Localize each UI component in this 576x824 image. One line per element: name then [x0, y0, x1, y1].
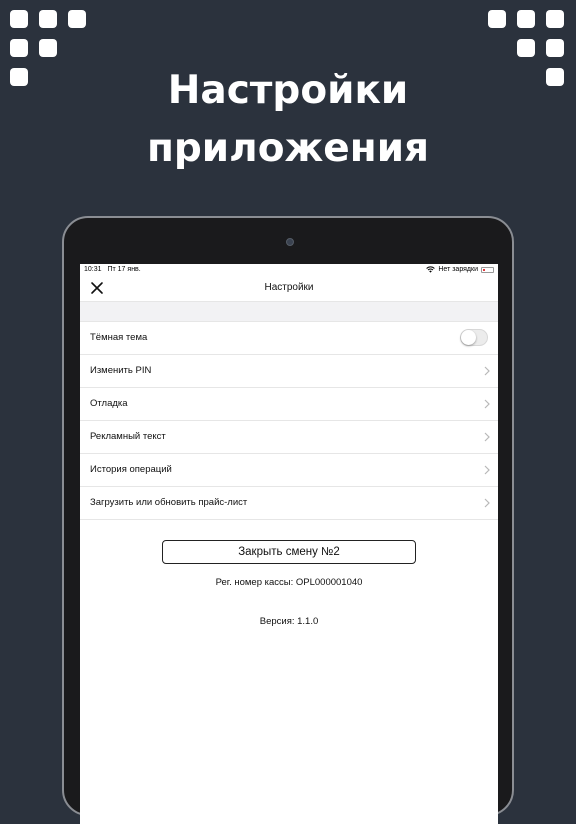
toggle-knob	[461, 330, 476, 345]
status-date: Пт 17 янв.	[107, 266, 141, 273]
tablet-screen: 10:31 Пт 17 янв. Нет зарядки Настройки Т	[80, 264, 498, 824]
camera-icon	[286, 238, 294, 246]
decor-square	[10, 39, 28, 57]
settings-row-label: Рекламный текст	[90, 431, 166, 442]
tablet-frame: 10:31 Пт 17 янв. Нет зарядки Настройки Т	[62, 216, 514, 824]
settings-row-operations-history[interactable]: История операций	[80, 454, 498, 487]
headline-line-1: Настройки	[167, 68, 409, 113]
section-gap	[80, 302, 498, 322]
status-time: 10:31	[84, 266, 102, 273]
shift-section: Закрыть смену №2 Рег. номер кассы: OPL00…	[80, 520, 498, 780]
settings-row-change-pin[interactable]: Изменить PIN	[80, 355, 498, 388]
status-bar: 10:31 Пт 17 янв. Нет зарядки	[80, 264, 498, 275]
status-charging: Нет зарядки	[438, 266, 478, 273]
decor-square	[488, 10, 506, 28]
settings-row-label: Загрузить или обновить прайс-лист	[90, 497, 248, 508]
decor-square	[546, 39, 564, 57]
settings-row-dark-theme: Тёмная тема	[80, 322, 498, 355]
app-version: Версия: 1.1.0	[259, 616, 319, 627]
headline-line-2: приложения	[146, 126, 430, 171]
battery-icon	[481, 266, 494, 273]
status-left: 10:31 Пт 17 янв.	[84, 264, 145, 275]
decor-square	[10, 10, 28, 28]
page-title: Настройки	[264, 282, 314, 293]
decor-square	[546, 10, 564, 28]
settings-row-label: История операций	[90, 464, 172, 475]
chevron-right-icon	[484, 432, 490, 442]
decor-square	[517, 39, 535, 57]
chevron-right-icon	[484, 399, 490, 409]
close-shift-button[interactable]: Закрыть смену №2	[162, 540, 416, 564]
status-right: Нет зарядки	[426, 264, 494, 275]
settings-row-debug[interactable]: Отладка	[80, 388, 498, 421]
nav-bar: Настройки	[80, 275, 498, 302]
chevron-right-icon	[484, 465, 490, 475]
decor-square	[68, 10, 86, 28]
settings-row-label: Отладка	[90, 398, 128, 409]
settings-row-label: Тёмная тема	[90, 332, 148, 343]
decor-square	[39, 39, 57, 57]
register-number: Рег. номер кассы: OPL000001040	[215, 577, 363, 588]
settings-row-price-list[interactable]: Загрузить или обновить прайс-лист	[80, 487, 498, 520]
wifi-icon	[426, 266, 436, 273]
dark-theme-toggle[interactable]	[460, 329, 488, 346]
settings-row-ad-text[interactable]: Рекламный текст	[80, 421, 498, 454]
chevron-right-icon	[484, 366, 490, 376]
chevron-right-icon	[484, 498, 490, 508]
promo-headline: Настройки приложения	[0, 62, 576, 178]
settings-row-label: Изменить PIN	[90, 365, 152, 376]
decor-square	[39, 10, 57, 28]
decor-square	[517, 10, 535, 28]
